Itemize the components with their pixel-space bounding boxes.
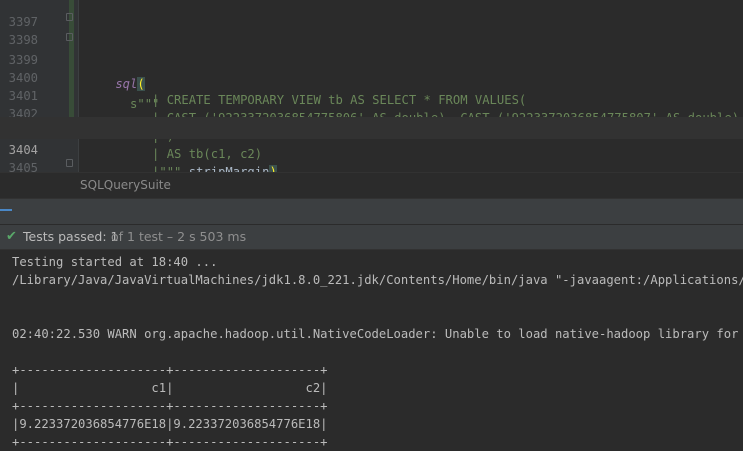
check-icon: ✔ <box>6 229 17 244</box>
fold-marker-icon[interactable] <box>66 33 73 41</box>
code-line-3398: 3398 sql( <box>0 7 743 91</box>
run-console[interactable]: Testing started at 18:40 ... /Library/Ja… <box>0 250 743 451</box>
test-status-bar: ✔ Tests passed: 1 of 1 test – 2 s 503 ms <box>0 224 743 250</box>
breadcrumb-item[interactable]: SQLQuerySuite <box>80 178 171 192</box>
tests-passed-detail: of 1 test – 2 s 503 ms <box>111 229 247 244</box>
console-line: +--------------------+------------------… <box>12 363 328 377</box>
fold-marker-icon[interactable] <box>66 159 73 167</box>
code-line-3406: 3406 } <box>0 153 743 172</box>
console-line: | c1| c2| <box>12 381 328 395</box>
console-line: 02:40:22.530 WARN org.apache.hadoop.util… <box>12 327 743 341</box>
console-line: |9.223372036854776E18|9.223372036854776E… <box>12 417 328 431</box>
splitter-accent <box>0 209 12 211</box>
console-line: /Library/Java/JavaVirtualMachines/jdk1.8… <box>12 273 743 287</box>
console-line: +--------------------+------------------… <box>12 399 328 413</box>
console-line: +--------------------+------------------… <box>12 435 328 449</box>
fold-marker-icon[interactable] <box>66 13 73 21</box>
console-line: Testing started at 18:40 ... <box>12 255 218 269</box>
code-editor[interactable]: 3397 3398 sql( 3399 s""" 3400 | CREATE T… <box>0 0 743 172</box>
tests-passed-label: Tests passed: 1 <box>23 229 119 244</box>
breadcrumb[interactable]: SQLQuerySuite <box>0 172 743 198</box>
panel-splitter[interactable] <box>0 198 743 224</box>
